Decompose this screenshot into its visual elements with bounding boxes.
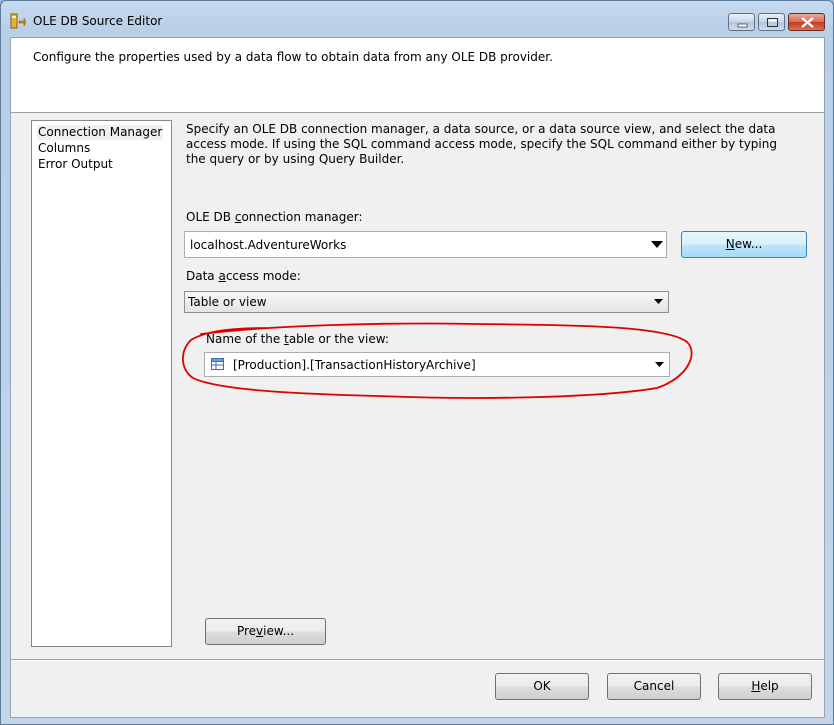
dropdown-arrow-icon[interactable] <box>648 292 670 312</box>
nav-item-error-output[interactable]: Error Output <box>38 157 113 172</box>
minimize-button[interactable] <box>728 13 755 31</box>
access-mode-label: Data access mode: <box>186 269 301 283</box>
header-description: Configure the properties used by a data … <box>33 50 553 64</box>
title-bar[interactable]: OLE DB Source Editor <box>1 1 833 37</box>
dialog-client: Configure the properties used by a data … <box>10 37 825 718</box>
dropdown-arrow-icon[interactable] <box>649 353 671 376</box>
preview-button[interactable]: Preview... <box>205 618 326 645</box>
maximize-icon <box>767 18 778 27</box>
ssis-source-icon <box>10 12 27 30</box>
ok-button[interactable]: OK <box>495 673 589 700</box>
nav-item-connection-manager[interactable]: Connection Manager <box>37 125 164 140</box>
minimize-icon <box>737 23 748 28</box>
access-mode-select[interactable]: Table or view <box>184 291 669 313</box>
table-name-value: [Production].[TransactionHistoryArchive] <box>233 358 476 372</box>
dropdown-arrow-icon[interactable] <box>644 232 666 257</box>
table-icon <box>211 358 224 373</box>
maximize-button[interactable] <box>758 13 785 31</box>
instructions-text: Specify an OLE DB connection manager, a … <box>186 122 777 166</box>
page-navigation-list: Connection Manager Columns Error Output <box>31 120 172 647</box>
help-button[interactable]: Help <box>718 673 812 700</box>
connection-manager-label: OLE DB connection manager: <box>186 210 363 224</box>
connection-manager-value: localhost.AdventureWorks <box>190 238 347 252</box>
table-name-combo[interactable]: [Production].[TransactionHistoryArchive] <box>204 352 670 377</box>
window-title: OLE DB Source Editor <box>33 14 163 28</box>
cancel-button[interactable]: Cancel <box>607 673 701 700</box>
new-connection-button[interactable]: New... <box>681 231 807 258</box>
table-name-label: Name of the table or the view: <box>206 332 389 346</box>
footer-divider-highlight <box>11 660 824 661</box>
access-mode-value: Table or view <box>188 295 267 309</box>
close-button[interactable] <box>788 13 825 31</box>
close-icon <box>801 17 814 28</box>
dialog-header: Configure the properties used by a data … <box>11 38 824 112</box>
dialog-window: OLE DB Source Editor Configure the prope… <box>0 0 834 725</box>
header-divider <box>11 112 824 113</box>
nav-item-columns[interactable]: Columns <box>38 141 90 156</box>
connection-manager-combo[interactable]: localhost.AdventureWorks <box>184 231 667 258</box>
